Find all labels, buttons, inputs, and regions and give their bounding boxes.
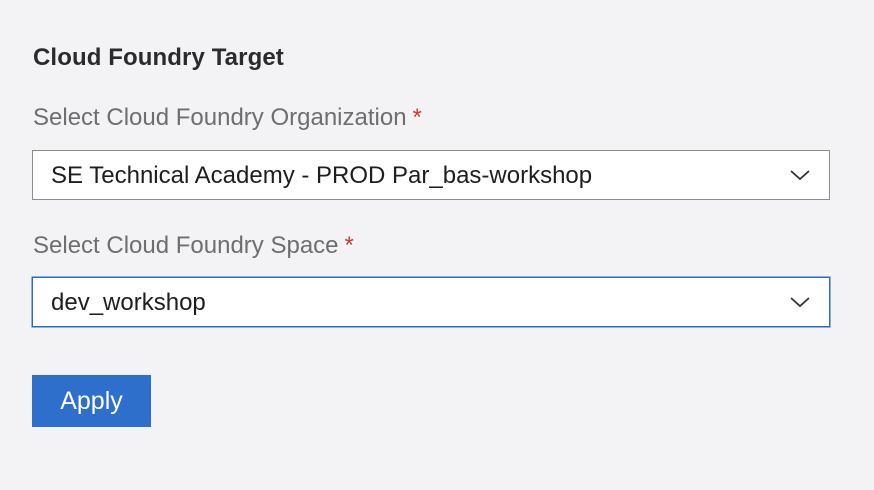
organization-selected-value: SE Technical Academy - PROD Par_bas-work… xyxy=(51,162,593,189)
chevron-down-icon[interactable] xyxy=(789,294,811,310)
required-asterisk: * xyxy=(412,104,422,131)
organization-label: Select Cloud Foundry Organization * xyxy=(33,104,422,132)
space-label: Select Cloud Foundry Space * xyxy=(33,232,354,260)
organization-select[interactable]: SE Technical Academy - PROD Par_bas-work… xyxy=(32,150,830,200)
cloud-foundry-target-panel: Cloud Foundry Target Select Cloud Foundr… xyxy=(0,0,874,490)
organization-label-text: Select Cloud Foundry Organization xyxy=(33,104,407,131)
apply-button[interactable]: Apply xyxy=(32,375,151,427)
space-selected-value: dev_workshop xyxy=(51,289,206,316)
space-select[interactable]: dev_workshop xyxy=(32,277,830,327)
chevron-down-icon[interactable] xyxy=(789,167,811,183)
required-asterisk: * xyxy=(344,232,354,259)
section-title: Cloud Foundry Target xyxy=(33,44,284,71)
space-label-text: Select Cloud Foundry Space xyxy=(33,232,339,259)
